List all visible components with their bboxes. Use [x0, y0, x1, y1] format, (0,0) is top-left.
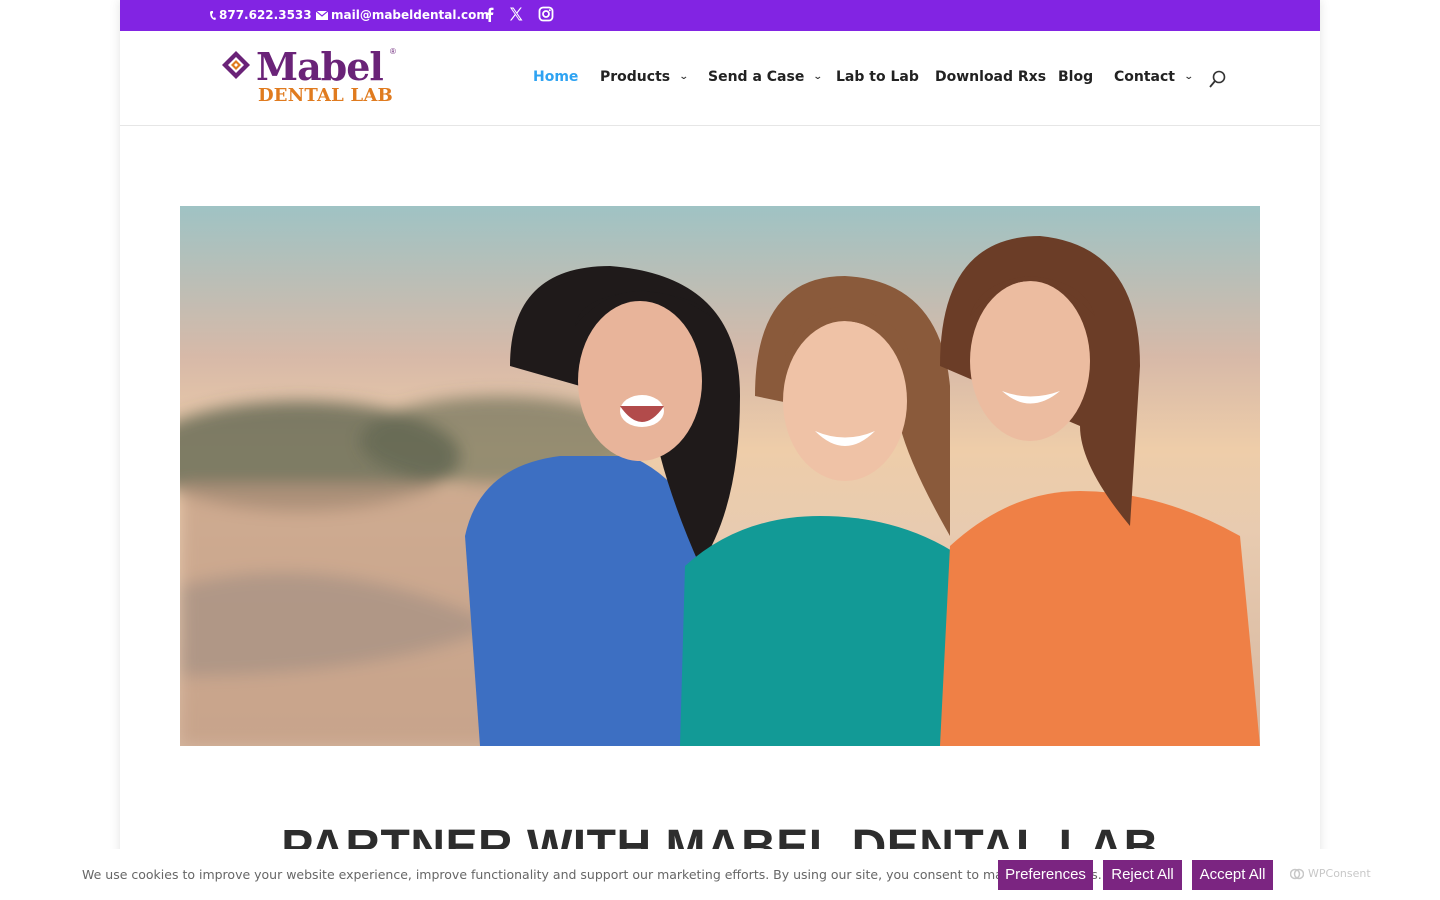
- accept-all-button[interactable]: Accept All: [1192, 860, 1273, 890]
- wpconsent-label: WPConsent: [1308, 867, 1371, 880]
- facebook-icon[interactable]: [482, 6, 498, 22]
- wpconsent-badge[interactable]: WPConsent: [1290, 867, 1371, 880]
- nav-item-label: Home: [533, 69, 579, 85]
- nav-item-send-a-case[interactable]: Send a Case ⌄: [708, 69, 823, 85]
- email-link[interactable]: mail@mabeldental.com: [316, 8, 489, 22]
- cookie-banner: We use cookies to improve your website e…: [0, 849, 1440, 900]
- cookie-message: We use cookies to improve your website e…: [82, 867, 1102, 882]
- hero-image: [180, 206, 1260, 746]
- chevron-down-icon: ⌄: [813, 72, 823, 82]
- instagram-icon[interactable]: [538, 6, 554, 22]
- logo-wordmark: Mabel: [256, 44, 384, 89]
- reject-all-button[interactable]: Reject All: [1103, 860, 1182, 890]
- chevron-down-icon: ⌄: [678, 72, 689, 82]
- phone-link[interactable]: 877.622.3533: [210, 8, 312, 22]
- logo-subtitle: DENTAL LAB: [258, 85, 393, 106]
- wpconsent-logo-icon: [1290, 868, 1304, 879]
- nav-item-home[interactable]: Home: [533, 69, 578, 85]
- nav-item-label: Blog: [1058, 69, 1094, 85]
- logo-registered-mark: ®: [390, 47, 396, 56]
- nav-item-label: Lab to Lab: [836, 69, 919, 85]
- nav-item-label: Products: [600, 69, 671, 85]
- nav-item-label: Send a Case: [708, 69, 805, 85]
- x-icon[interactable]: [508, 6, 524, 22]
- email-address: mail@mabeldental.com: [331, 8, 489, 22]
- nav-item-label: Download Rxs: [935, 69, 1047, 85]
- hero-illustration: [180, 236, 1260, 746]
- logo-diamond-icon: [222, 51, 250, 79]
- nav-item-products[interactable]: Products ⌄: [600, 69, 689, 85]
- page-container: 877.622.3533 mail@mabeldental.com Mabel …: [120, 0, 1320, 900]
- nav-item-lab-to-lab[interactable]: Lab to Lab: [836, 69, 919, 85]
- site-header: Mabel ® DENTAL LAB Home Products ⌄ Send …: [120, 31, 1320, 126]
- nav-item-contact[interactable]: Contact ⌄: [1114, 69, 1194, 85]
- envelope-icon: [316, 10, 328, 20]
- nav-item-download-rxs[interactable]: Download Rxs: [935, 69, 1046, 85]
- phone-number: 877.622.3533: [219, 8, 312, 22]
- chevron-down-icon: ⌄: [1183, 72, 1194, 82]
- nav-item-blog[interactable]: Blog: [1058, 69, 1093, 85]
- search-icon[interactable]: [1208, 69, 1228, 89]
- nav-item-label: Contact: [1114, 69, 1175, 85]
- preferences-button[interactable]: Preferences: [998, 860, 1093, 890]
- top-bar: 877.622.3533 mail@mabeldental.com: [120, 0, 1320, 31]
- site-logo[interactable]: Mabel ® DENTAL LAB: [220, 45, 400, 107]
- phone-icon: [210, 10, 216, 20]
